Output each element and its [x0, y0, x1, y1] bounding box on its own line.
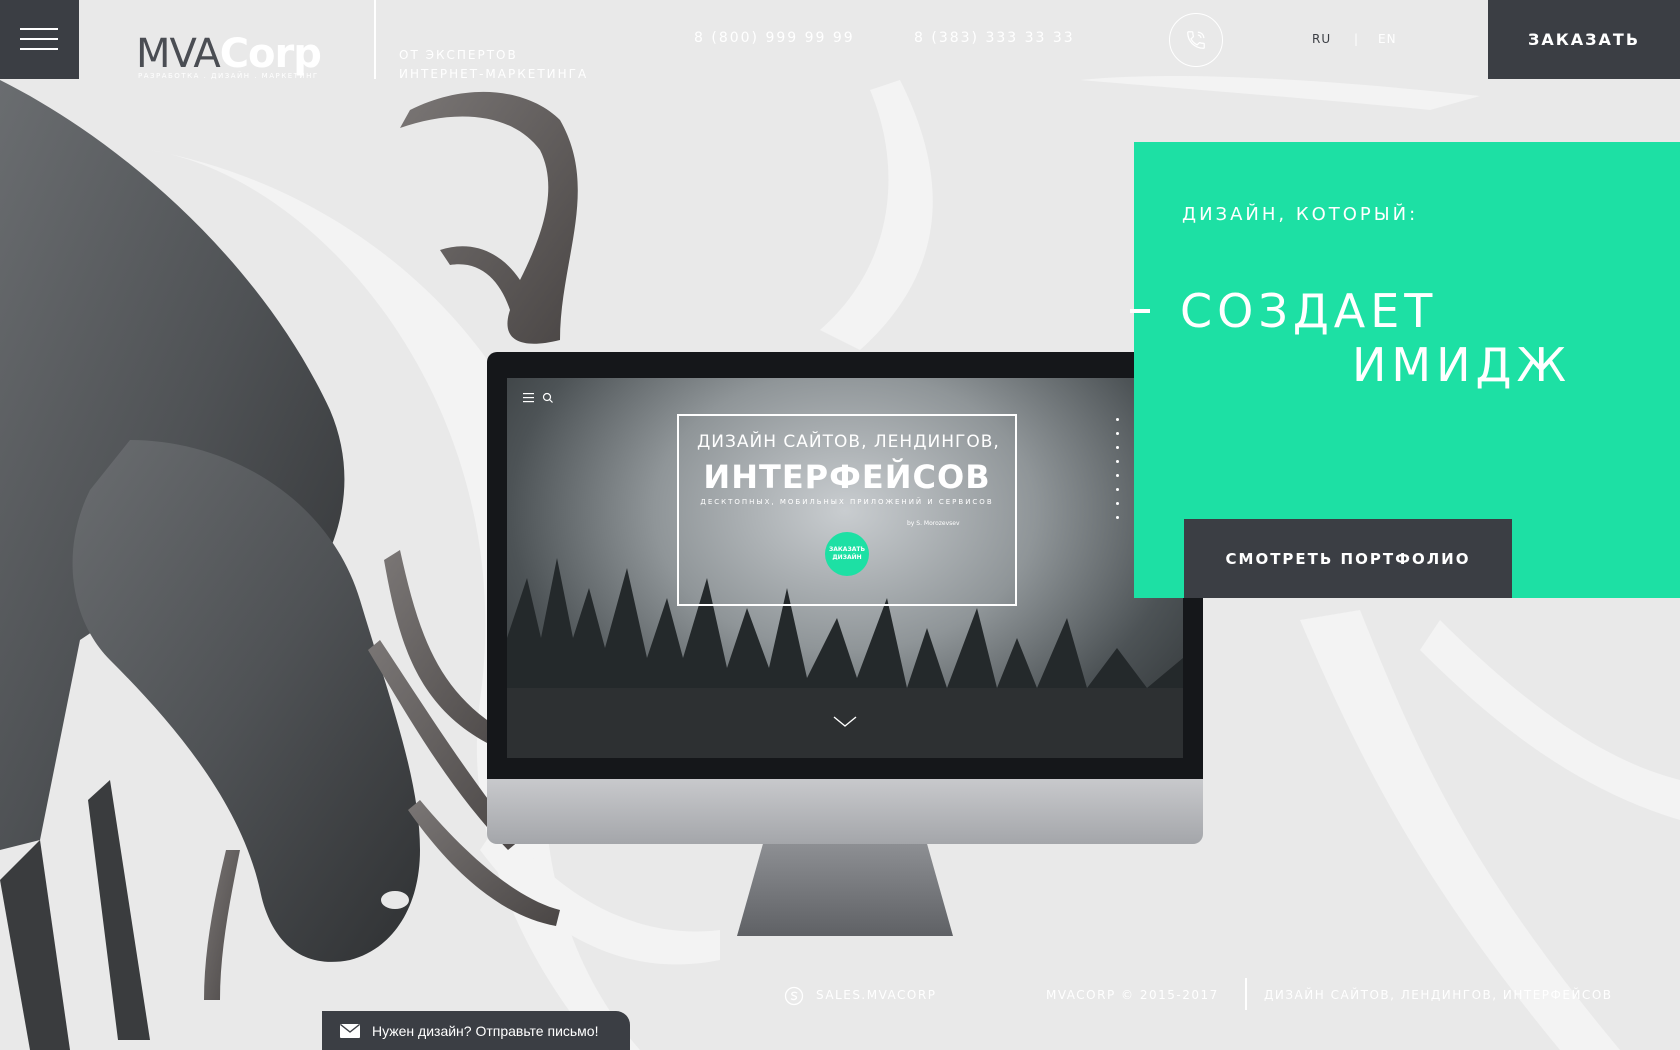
phone-number-2[interactable]: 8 (383) 333 33 33 [914, 30, 1075, 46]
monitor-stand [737, 844, 953, 936]
screen-cta-line: ЗАКАЗАТЬ [828, 546, 866, 553]
promo-headline-line2: ИМИДЖ [1352, 338, 1571, 392]
menu-icon-bar [20, 28, 58, 30]
language-ru[interactable]: RU [1312, 32, 1331, 46]
view-portfolio-button[interactable]: СМОТРЕТЬ ПОРТФОЛИО [1184, 519, 1512, 598]
logo[interactable]: MVACorp разработка . дизайн . маркетинг [136, 34, 356, 82]
screen-subtitle: десктопных, мобильных приложений и серви… [700, 498, 994, 506]
logo-subtitle: разработка . дизайн . маркетинг [138, 72, 319, 80]
menu-button[interactable] [0, 0, 79, 79]
monitor-chin [487, 779, 1203, 844]
screen-menu-icon [523, 392, 553, 403]
call-button[interactable] [1169, 13, 1223, 67]
header-divider [374, 0, 376, 79]
screen-title-big: ИНТЕРФЕЙСОВ [703, 458, 991, 496]
monitor-mockup: ДИЗАЙН САЙТОВ, ЛЕНДИНГОВ, ИНТЕРФЕЙСОВ де… [487, 352, 1203, 936]
tagline: от экспертов интернет-маркетинга [399, 46, 588, 84]
language-en[interactable]: EN [1378, 32, 1397, 46]
skype-icon [784, 986, 804, 1006]
tagline-line: от экспертов [399, 48, 518, 62]
chevron-down-icon [833, 716, 857, 727]
screen-pagination-dots [1116, 418, 1120, 530]
screen-title-small: ДИЗАЙН САЙТОВ, ЛЕНДИНГОВ, [697, 432, 1000, 452]
promo-label: ДИЗАЙН, КОТОРЫЙ: [1182, 204, 1419, 225]
mail-widget-text: Нужен дизайн? Отправьте письмо! [372, 1022, 599, 1039]
screen-cta-line: ДИЗАЙН [832, 554, 862, 561]
logo-accent: Corp [219, 31, 322, 77]
logo-mark: MVACorp [136, 34, 356, 74]
menu-icon-bar [20, 48, 58, 50]
screen-order-badge: ЗАКАЗАТЬ ДИЗАЙН [825, 532, 869, 576]
mail-icon [340, 1023, 360, 1038]
monitor-screen: ДИЗАЙН САЙТОВ, ЛЕНДИНГОВ, ИНТЕРФЕЙСОВ де… [507, 378, 1183, 758]
copyright: MVACORP © 2015-2017 [1046, 988, 1219, 1002]
language-separator: | [1354, 32, 1360, 46]
logo-main: MVA [136, 31, 221, 77]
monitor-frame: ДИЗАЙН САЙТОВ, ЛЕНДИНГОВ, ИНТЕРФЕЙСОВ де… [487, 352, 1203, 779]
screen-author: by S. Morozevsev [907, 520, 960, 527]
mail-widget[interactable]: Нужен дизайн? Отправьте письмо! [322, 1011, 630, 1050]
menu-icon-bar [20, 38, 58, 40]
order-button[interactable]: ЗАКАЗАТЬ [1488, 0, 1680, 79]
promo-dash [1130, 309, 1150, 313]
promo-headline-line1: СОЗДАЕТ [1180, 284, 1438, 338]
footer-services: ДИЗАЙН САЙТОВ, ЛЕНДИНГОВ, ИНТЕРФЕЙСОВ [1264, 988, 1613, 1002]
phone-number-1[interactable]: 8 (800) 999 99 99 [694, 30, 855, 46]
skype-contact[interactable]: SALES.MVACORP [816, 988, 936, 1002]
footer-divider [1245, 978, 1247, 1010]
phone-icon [1187, 31, 1205, 49]
